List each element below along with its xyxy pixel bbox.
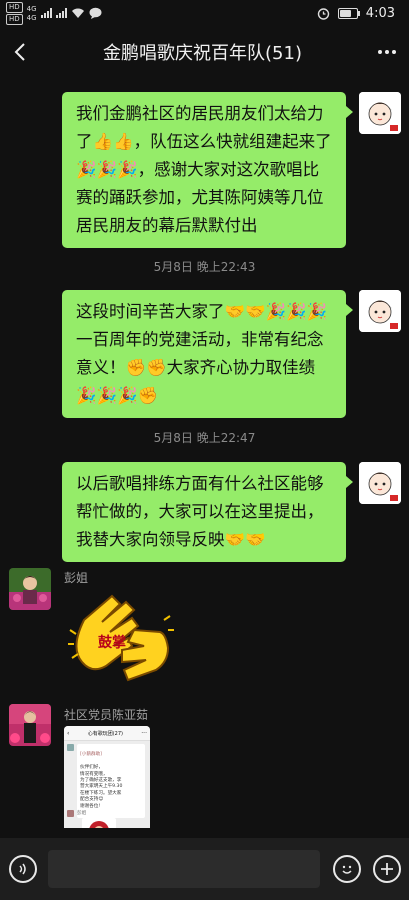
avatar-image (359, 92, 401, 134)
message-bubble[interactable]: 这段时间辛苦大家了🤝🤝🎉🎉🎉一百周年的党建活动，非常有纪念意义！✊✊大家齐心协力… (62, 290, 353, 418)
network-type: 4G (26, 4, 37, 13)
signal-icon (55, 8, 67, 18)
avatar-image (359, 290, 401, 332)
message-text: 我们金鹏社区的居民朋友们太给力了👍👍，队伍这么快就组建起来了🎉🎉🎉，感谢大家对这… (76, 104, 332, 235)
message-notification-icon (89, 7, 102, 19)
hd-badge: HD (6, 13, 23, 25)
image-header: ‹ 心有歌玩团(27) ··· (64, 726, 150, 741)
chat-header: 金鹏唱歌庆祝百年队(51) (0, 26, 409, 78)
shared-image[interactable]: ‹ 心有歌玩团(27) ··· [小鹅群助] 伙伴们好， 情况有变哦， 为了确好… (64, 726, 150, 828)
chevron-left-icon (14, 43, 25, 61)
back-button[interactable] (0, 26, 40, 78)
sticker[interactable]: 鼓掌 (64, 590, 176, 692)
battery-icon (337, 7, 360, 19)
plus-button[interactable] (373, 855, 401, 883)
image-reply-sender: 彭姐 (77, 811, 87, 816)
network-indicators: HD HD 4G 4G (0, 1, 102, 25)
clock: 4:03 (365, 5, 395, 21)
avatar-image (9, 704, 51, 746)
sender-name: 社区党员陈亚茹 (64, 708, 149, 722)
avatar[interactable] (359, 290, 401, 332)
image-photo (82, 818, 116, 828)
status-bar: HD HD 4G 4G 4:03 (0, 0, 409, 26)
image-notice-bubble: [小鹅群助] 伙伴们好， 情况有变哦， 为了确好这支歌，李 营大家明天上午9.3… (77, 744, 145, 819)
avatar[interactable] (9, 704, 51, 746)
chat-title: 金鹏唱歌庆祝百年队(51) (103, 43, 302, 64)
sticker-caption: 鼓掌 (98, 635, 126, 651)
timestamp: 5月8日 晚上22:43 (153, 260, 256, 274)
network-type: 4G (26, 13, 37, 22)
hd-badge: HD (6, 1, 23, 13)
image-group-title: 心有歌玩团(27) (87, 730, 123, 737)
emoji-icon (333, 855, 361, 883)
avatar[interactable] (359, 462, 401, 504)
timestamp: 5月8日 晚上22:47 (153, 431, 256, 445)
more-button[interactable] (365, 26, 409, 78)
plus-icon (373, 855, 401, 883)
message-bubble[interactable]: 我们金鹏社区的居民朋友们太给力了👍👍，队伍这么快就组建起来了🎉🎉🎉，感谢大家对这… (62, 92, 353, 248)
message-text: 以后歌唱排练方面有什么社区能够帮忙做的，大家可以在这里提出，我替大家向领导反映🤝… (76, 474, 324, 549)
emoji-button[interactable] (333, 855, 361, 883)
more-dots-icon: ··· (141, 729, 147, 737)
avatar-image (359, 462, 401, 504)
avatar[interactable] (9, 568, 51, 610)
message-input[interactable] (48, 850, 320, 888)
avatar (67, 810, 74, 817)
wifi-icon (71, 8, 84, 18)
sender-name: 彭姐 (64, 571, 89, 585)
avatar[interactable] (359, 92, 401, 134)
message-text: 这段时间辛苦大家了🤝🤝🎉🎉🎉一百周年的党建活动，非常有纪念意义！✊✊大家齐心协力… (76, 302, 328, 405)
alarm-icon (317, 7, 329, 20)
image-notice-head: [小鹅群助] (80, 752, 102, 758)
signal-icon (40, 8, 52, 18)
input-bar (0, 838, 409, 900)
avatar (67, 744, 74, 751)
voice-icon (9, 855, 37, 883)
avatar-image (9, 568, 51, 610)
image-notice-body: 伙伴们好， 情况有变哦， 为了确好这支歌，李 营大家明天上午9.30 在楼下练习… (80, 765, 123, 809)
more-dots-icon (378, 50, 396, 54)
voice-button[interactable] (9, 855, 37, 883)
message-bubble[interactable]: 以后歌唱排练方面有什么社区能够帮忙做的，大家可以在这里提出，我替大家向领导反映🤝… (62, 462, 353, 562)
chat-area[interactable]: 我们金鹏社区的居民朋友们太给力了👍👍，队伍这么快就组建起来了🎉🎉🎉，感谢大家对这… (0, 78, 409, 828)
